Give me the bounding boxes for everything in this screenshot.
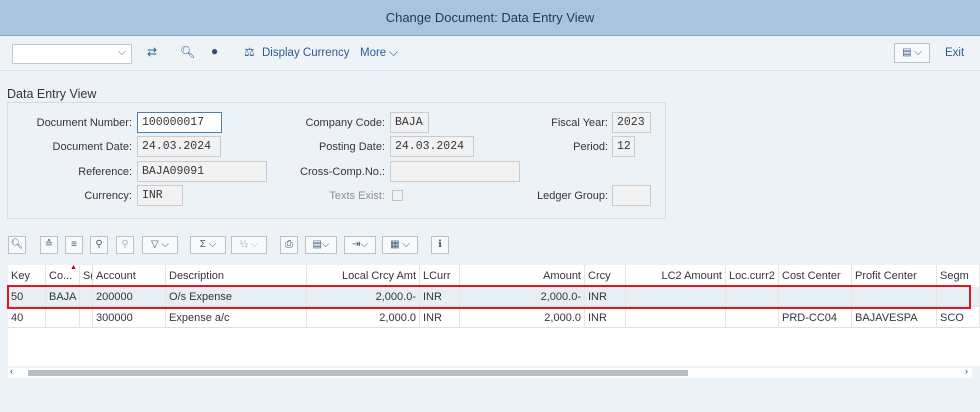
table-cell: 300000 bbox=[93, 308, 166, 328]
column-header[interactable]: Crcy bbox=[585, 265, 626, 287]
section-title: Data Entry View bbox=[7, 87, 97, 101]
export-button[interactable]: ⇥⌵ bbox=[344, 236, 376, 254]
switch-icon[interactable]: ⇄ bbox=[147, 45, 157, 59]
table-cell: PRD-CC04 bbox=[779, 308, 852, 328]
subtotal-button[interactable]: ½ ⌵ bbox=[231, 236, 267, 254]
column-header[interactable]: Local Crcy Amt bbox=[307, 265, 420, 287]
currency-field[interactable]: INR bbox=[137, 185, 183, 206]
fiscal-year-field[interactable]: 2023 bbox=[612, 112, 651, 133]
period-label: Period: bbox=[573, 141, 608, 153]
scrollbar-thumb[interactable] bbox=[28, 370, 688, 376]
scale-icon: ⚖ bbox=[244, 45, 255, 59]
info-button[interactable]: ℹ bbox=[431, 236, 449, 254]
column-header[interactable]: Profit Center bbox=[852, 265, 937, 287]
chevron-down-icon: ⌵ bbox=[389, 45, 399, 59]
horizontal-scrollbar[interactable]: ‹ › bbox=[8, 366, 972, 378]
table-cell: 2,000.0 bbox=[460, 308, 585, 328]
table-cell: Expense a/c bbox=[166, 308, 307, 328]
column-header[interactable]: LC2 Amount bbox=[626, 265, 726, 287]
column-header[interactable]: LCurr bbox=[420, 265, 460, 287]
command-dropdown[interactable]: ⌵ bbox=[12, 44, 132, 64]
column-header[interactable]: Cost Center bbox=[779, 265, 852, 287]
period-field[interactable]: 12 bbox=[612, 136, 635, 157]
company-code-field[interactable]: BAJA bbox=[390, 112, 429, 133]
sort-ascending-button[interactable]: ≙ bbox=[40, 236, 58, 254]
column-header[interactable]: Amount bbox=[460, 265, 585, 287]
reference-label: Reference: bbox=[78, 166, 132, 178]
table-cell bbox=[726, 308, 779, 328]
table-cell: 2,000.0 bbox=[307, 308, 420, 328]
document-number-label: Document Number: bbox=[36, 117, 132, 129]
more-button[interactable]: More bbox=[360, 47, 386, 59]
scroll-right-icon[interactable]: › bbox=[965, 366, 968, 376]
posting-date-label: Posting Date: bbox=[318, 141, 385, 153]
line-items-table: Key Co... S(Account Description Local Crcy A… bbox=[8, 264, 980, 366]
chevron-down-icon: ⌵ bbox=[117, 46, 126, 58]
cross-comp-field[interactable] bbox=[390, 161, 520, 182]
reference-field[interactable]: BAJA09091 bbox=[137, 161, 267, 182]
exit-button[interactable]: Exit bbox=[945, 47, 964, 59]
table-cell bbox=[626, 308, 726, 328]
column-header[interactable]: Loc.curr2 bbox=[726, 265, 779, 287]
company-code-label: Company Code: bbox=[305, 117, 386, 129]
document-date-label: Document Date: bbox=[52, 141, 132, 153]
table-cell: INR bbox=[420, 308, 460, 328]
print-button[interactable]: ⎙ bbox=[280, 236, 298, 254]
table-cell: 40 bbox=[8, 308, 46, 328]
document-number-field[interactable]: 100000017 bbox=[137, 112, 222, 133]
find-button[interactable]: ⚲ bbox=[90, 236, 108, 254]
table-cell bbox=[80, 308, 93, 328]
table-cell: INR bbox=[585, 308, 626, 328]
table-cell bbox=[46, 308, 80, 328]
filter-button[interactable]: ▽ ⌵ bbox=[142, 236, 178, 254]
ledger-group-label: Ledger Group: bbox=[537, 190, 608, 202]
layout-button[interactable]: ▦ ⌵ bbox=[382, 236, 418, 254]
fiscal-year-label: Fiscal Year: bbox=[551, 117, 608, 129]
sum-button[interactable]: Σ ⌵ bbox=[190, 236, 226, 254]
posting-date-field[interactable]: 24.03.2024 bbox=[390, 136, 474, 157]
column-header[interactable]: Account bbox=[93, 265, 166, 287]
zoom-icon[interactable]: 🔍︎ bbox=[180, 45, 195, 59]
window-title: Change Document: Data Entry View bbox=[0, 0, 980, 36]
scroll-left-icon[interactable]: ‹ bbox=[10, 366, 13, 376]
display-currency-button[interactable]: Display Currency bbox=[262, 47, 350, 59]
texts-exist-checkbox[interactable] bbox=[392, 190, 403, 201]
column-header[interactable]: Description bbox=[166, 265, 307, 287]
sort-indicator-icon: ▲ bbox=[70, 264, 77, 271]
layout-menu-button[interactable]: ▤ ⌵ bbox=[894, 43, 930, 63]
texts-exist-label: Texts Exist: bbox=[329, 190, 385, 202]
highlight-box bbox=[7, 285, 971, 309]
column-header[interactable]: S( bbox=[80, 265, 93, 287]
sort-descending-button[interactable]: ≡ bbox=[65, 236, 83, 254]
table-cell: BAJAVESPA bbox=[852, 308, 937, 328]
column-header[interactable]: Segm bbox=[937, 265, 980, 287]
table-cell: SCO bbox=[937, 308, 980, 328]
hat-icon[interactable]: ● bbox=[211, 44, 218, 58]
toolbar: ⌵ ⇄ 🔍︎ ● ⚖ Display Currency More ⌵ ▤ ⌵ E… bbox=[0, 37, 980, 71]
cross-comp-label: Cross-Comp.No.: bbox=[300, 166, 385, 178]
currency-label: Currency: bbox=[84, 190, 132, 202]
column-header[interactable]: Key bbox=[8, 265, 46, 287]
table-row[interactable]: 40 300000 Expense a/c 2,000.0 INR 2,000.0 INR P… bbox=[8, 308, 980, 328]
ledger-group-field[interactable] bbox=[612, 185, 651, 206]
find-next-button[interactable]: ⚲ bbox=[116, 236, 134, 254]
document-date-field[interactable]: 24.03.2024 bbox=[137, 136, 221, 157]
view-button[interactable]: ▤⌵ bbox=[305, 236, 337, 254]
details-button[interactable]: 🔍︎ bbox=[8, 236, 26, 254]
